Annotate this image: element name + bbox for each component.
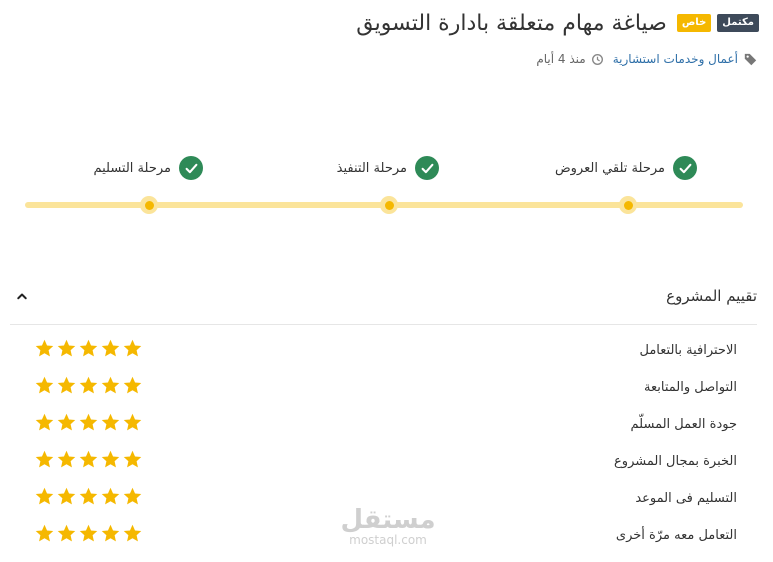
star-rating <box>34 523 143 544</box>
stage-receiving-offers: مرحلة تلقي العروض <box>555 156 697 180</box>
star-icon <box>78 523 99 544</box>
star-icon <box>100 375 121 396</box>
star-rating <box>34 375 143 396</box>
stage-execution: مرحلة التنفيذ <box>337 156 439 180</box>
star-icon <box>34 375 55 396</box>
watermark-logo: مستقل <box>340 505 436 535</box>
star-icon <box>56 375 77 396</box>
status-badge-private: خاص <box>676 14 712 32</box>
star-icon <box>122 523 143 544</box>
stage-label: مرحلة التنفيذ <box>336 160 407 176</box>
check-circle-icon <box>673 156 697 180</box>
star-icon <box>34 338 55 359</box>
star-icon <box>122 375 143 396</box>
tag-icon <box>744 53 757 66</box>
rating-row: جودة العمل المسلّم <box>10 404 737 441</box>
posted-time: منذ 4 أيام <box>536 52 586 66</box>
star-icon <box>56 486 77 507</box>
rating-row-label: التعامل معه مرّة أخرى <box>615 528 737 543</box>
star-rating <box>34 486 143 507</box>
star-icon <box>100 523 121 544</box>
category-link[interactable]: أعمال وخدمات استشارية <box>613 52 738 66</box>
star-rating <box>34 449 143 470</box>
rating-header[interactable]: تقييم المشروع <box>10 278 757 314</box>
star-icon <box>78 375 99 396</box>
star-icon <box>100 412 121 433</box>
star-icon <box>100 486 121 507</box>
watermark-domain: mostaql.com <box>349 533 427 547</box>
star-icon <box>56 523 77 544</box>
star-icon <box>100 449 121 470</box>
star-icon <box>56 338 77 359</box>
rating-row: التواصل والمتابعة <box>10 367 737 404</box>
rating-row-label: الاحترافية بالتعامل <box>639 343 737 358</box>
star-icon <box>56 449 77 470</box>
star-icon <box>78 338 99 359</box>
stage-dot <box>380 196 398 214</box>
rating-row: الخبرة بمجال المشروع <box>10 441 737 478</box>
star-rating <box>34 338 143 359</box>
check-circle-icon <box>179 156 203 180</box>
rating-row-label: الخبرة بمجال المشروع <box>614 454 737 469</box>
stage-dot <box>619 196 637 214</box>
stage-delivery: مرحلة التسليم <box>93 156 203 180</box>
star-icon <box>122 412 143 433</box>
star-icon <box>122 486 143 507</box>
clock-icon <box>591 53 603 65</box>
chevron-up-icon[interactable] <box>10 284 34 308</box>
star-icon <box>34 449 55 470</box>
divider <box>10 324 757 325</box>
stage-label: مرحلة التسليم <box>93 160 171 176</box>
star-icon <box>78 412 99 433</box>
star-icon <box>56 412 77 433</box>
star-icon <box>34 412 55 433</box>
star-rating <box>34 412 143 433</box>
project-meta: أعمال وخدمات استشارية منذ 4 أيام <box>536 52 757 66</box>
page-title: صياغة مهام متعلقة بادارة التسويق <box>356 10 667 36</box>
star-icon <box>78 449 99 470</box>
stage-dot <box>140 196 158 214</box>
project-header: مكتمل خاص صياغة مهام متعلقة بادارة التسو… <box>20 6 759 40</box>
rating-row-label: التواصل والمتابعة <box>644 380 737 395</box>
project-stages: مرحلة تلقي العروض مرحلة التنفيذ مرحلة ال… <box>0 152 773 222</box>
star-icon <box>122 338 143 359</box>
star-icon <box>100 338 121 359</box>
rating-title: تقييم المشروع <box>666 287 757 305</box>
status-badge-closed: مكتمل <box>717 14 759 32</box>
star-icon <box>34 486 55 507</box>
watermark: مستقل mostaql.com <box>338 506 438 546</box>
check-circle-icon <box>415 156 439 180</box>
star-icon <box>78 486 99 507</box>
rating-row: الاحترافية بالتعامل <box>10 330 737 367</box>
rating-row-label: جودة العمل المسلّم <box>630 417 737 432</box>
star-icon <box>34 523 55 544</box>
stage-label: مرحلة تلقي العروض <box>554 160 665 176</box>
rating-row-label: التسليم فى الموعد <box>635 491 737 506</box>
star-icon <box>122 449 143 470</box>
